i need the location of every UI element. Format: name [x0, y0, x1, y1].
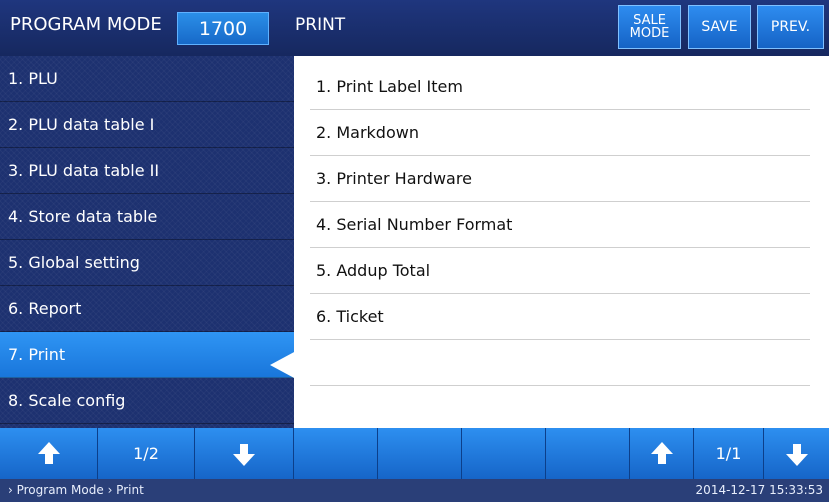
left-menu-item-print[interactable]: 7. Print [0, 332, 294, 378]
left-menu-item-global-setting[interactable]: 5. Global setting [0, 240, 294, 286]
left-menu-item-store-data-table[interactable]: 4. Store data table [0, 194, 294, 240]
left-menu: 1. PLU 2. PLU data table I 3. PLU data t… [0, 56, 294, 428]
left-menu-item-report[interactable]: 6. Report [0, 286, 294, 332]
right-page-indicator: 1/1 [694, 428, 764, 479]
right-menu-item-addup-total[interactable]: 5. Addup Total [310, 248, 810, 294]
left-page-up-button[interactable] [0, 428, 98, 479]
down-arrow-icon [233, 443, 255, 466]
down-arrow-icon [785, 443, 808, 466]
left-page-indicator: 1/2 [98, 428, 195, 479]
right-menu-item-markdown[interactable]: 2. Markdown [310, 110, 810, 156]
function-key-1[interactable] [294, 428, 378, 479]
right-menu-item-printer-hardware[interactable]: 3. Printer Hardware [310, 156, 810, 202]
breadcrumb: › Program Mode › Print [8, 483, 144, 497]
function-key-4[interactable] [546, 428, 630, 479]
up-arrow-icon [37, 441, 60, 464]
sale-mode-button[interactable]: SALE MODE [618, 5, 681, 49]
sale-mode-line2: MODE [629, 26, 670, 41]
right-page-up-button[interactable] [630, 428, 694, 479]
left-menu-item-plu[interactable]: 1. PLU [0, 56, 294, 102]
mode-label: PROGRAM MODE [10, 14, 162, 35]
right-menu-item-empty [310, 386, 810, 432]
right-menu-item-empty [310, 340, 810, 386]
right-menu-item-serial-number-format[interactable]: 4. Serial Number Format [310, 202, 810, 248]
left-menu-item-plu-data-table-2[interactable]: 3. PLU data table II [0, 148, 294, 194]
selection-pointer [270, 351, 296, 379]
right-menu: 1. Print Label Item 2. Markdown 3. Print… [294, 56, 829, 428]
mode-number: 1700 [177, 12, 269, 45]
screen-title: PRINT [295, 15, 346, 35]
status-bar: › Program Mode › Print 2014-12-17 15:33:… [0, 479, 829, 502]
header-bar: PROGRAM MODE 1700 PRINT SALE MODE SAVE P… [0, 0, 829, 56]
function-key-2[interactable] [378, 428, 462, 479]
left-menu-item-scale-config[interactable]: 8. Scale config [0, 378, 294, 424]
prev-button[interactable]: PREV. [757, 5, 824, 49]
function-key-3[interactable] [462, 428, 546, 479]
right-menu-item-ticket[interactable]: 6. Ticket [310, 294, 810, 340]
program-mode-screen: PROGRAM MODE 1700 PRINT SALE MODE SAVE P… [0, 0, 829, 502]
right-menu-item-print-label-item[interactable]: 1. Print Label Item [310, 64, 810, 110]
right-page-down-button[interactable] [764, 428, 829, 479]
datetime: 2014-12-17 15:33:53 [695, 483, 823, 497]
bottom-bar: 1/2 1/1 [0, 428, 829, 479]
save-button[interactable]: SAVE [688, 5, 751, 49]
left-menu-item-plu-data-table-1[interactable]: 2. PLU data table I [0, 102, 294, 148]
left-page-down-button[interactable] [195, 428, 294, 479]
up-arrow-icon [650, 441, 673, 464]
